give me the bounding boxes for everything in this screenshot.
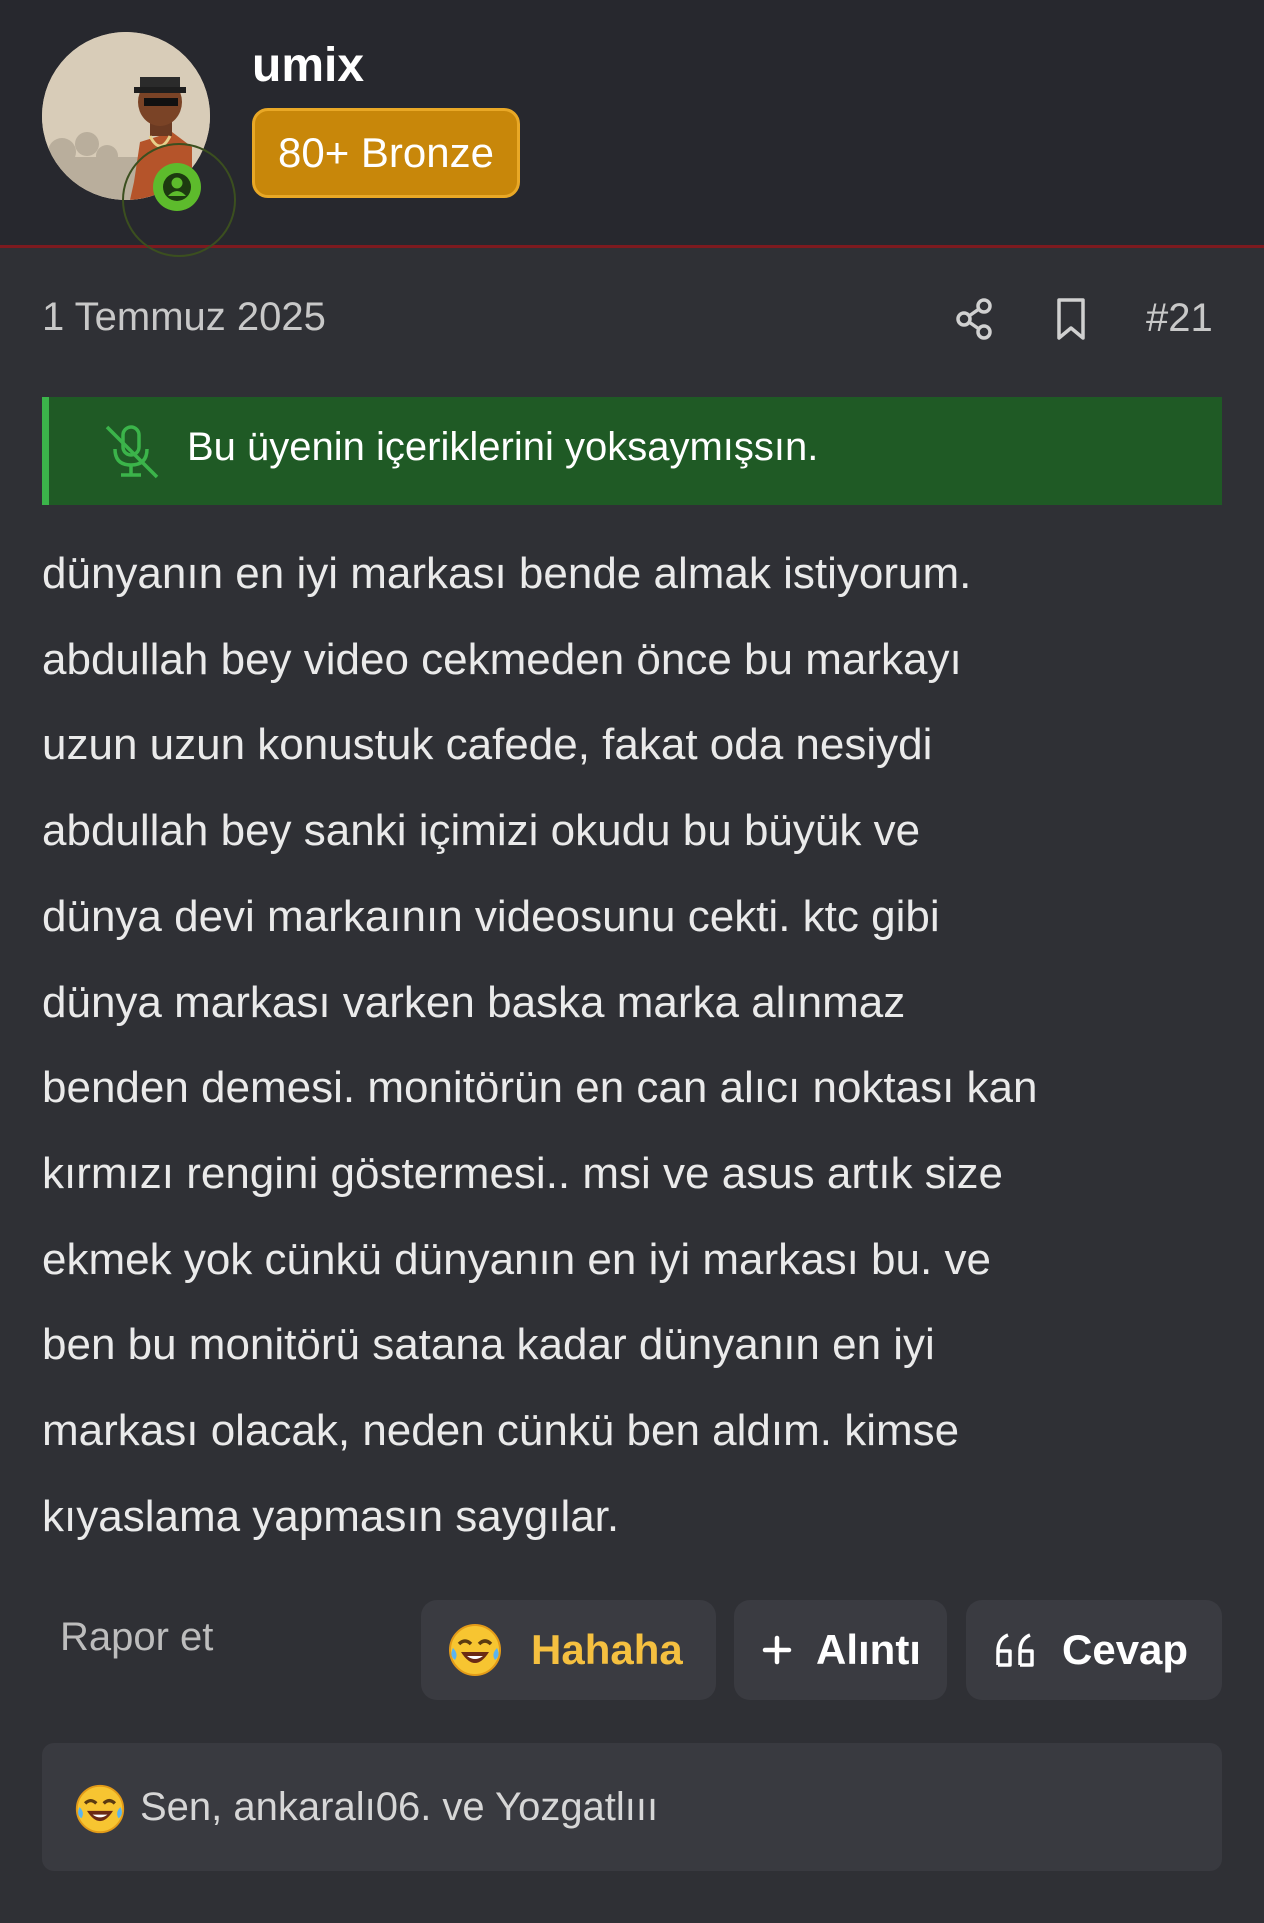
post-line: abdullah bey video cekmeden önce bu mark… bbox=[42, 634, 962, 684]
post-number[interactable]: #21 bbox=[1146, 296, 1213, 341]
post-line: kıyaslama yapmasın saygılar. bbox=[42, 1491, 620, 1541]
post-author-header: umix 80+ Bronze bbox=[0, 0, 1264, 257]
post-line: ben bu monitörü satana kadar dünyanın en… bbox=[42, 1320, 935, 1370]
haha-label: Hahaha bbox=[531, 1626, 683, 1673]
post-line: benden demesi. monitörün en can alıcı no… bbox=[42, 1063, 1038, 1113]
reactions-users-list[interactable]: Sen, ankaralı06. ve Yozgatlııı bbox=[140, 1785, 658, 1830]
post-line: abdullah bey sanki içimizi okudu bu büyü… bbox=[42, 806, 921, 856]
ignore-notice-text: Bu üyenin içeriklerini yoksaymışsın. bbox=[187, 425, 819, 469]
report-link[interactable]: Rapor et bbox=[60, 1615, 213, 1660]
ignore-notice: Bu üyenin içeriklerini yoksaymışsın. bbox=[42, 397, 1222, 505]
user-online-icon bbox=[153, 163, 201, 211]
user-rank-badge: 80+ Bronze bbox=[252, 108, 520, 198]
reply-button[interactable]: Cevap bbox=[966, 1600, 1222, 1700]
post-line: dünya markası varken baska marka alınmaz bbox=[42, 977, 906, 1027]
post-date[interactable]: 1 Temmuz 2025 bbox=[42, 295, 326, 340]
plus-icon bbox=[762, 1635, 792, 1665]
post-line: ekmek yok cünkü dünyanın en iyi markası … bbox=[42, 1234, 991, 1284]
quote-label: Alıntı bbox=[816, 1626, 921, 1673]
laughing-emoji-icon bbox=[449, 1624, 501, 1676]
bookmark-icon[interactable] bbox=[1046, 294, 1096, 344]
post-line: kırmızı rengini göstermesi.. msi ve asus… bbox=[42, 1148, 1003, 1198]
reactions-summary[interactable]: Sen, ankaralı06. ve Yozgatlııı bbox=[42, 1743, 1222, 1871]
reply-label: Cevap bbox=[1062, 1626, 1189, 1673]
laughing-emoji-icon bbox=[74, 1783, 126, 1840]
mic-muted-icon bbox=[99, 421, 163, 481]
haha-reaction-button[interactable]: Hahaha bbox=[421, 1600, 716, 1700]
post-line: uzun uzun konustuk cafede, fakat oda nes… bbox=[42, 720, 933, 770]
post-line: dünyanın en iyi markası bende almak isti… bbox=[42, 549, 972, 598]
post-line: markası olacak, neden cünkü ben aldım. k… bbox=[42, 1406, 960, 1456]
username[interactable]: umix bbox=[252, 38, 364, 93]
quote-button[interactable]: Alıntı bbox=[734, 1600, 947, 1700]
share-icon[interactable] bbox=[950, 294, 1000, 344]
post-line: dünya devi markaının videosunu cekti. kt… bbox=[42, 891, 940, 941]
post-body: dünyanın en iyi markası bende almak isti… bbox=[42, 531, 1232, 1559]
quote-marks-icon bbox=[996, 1633, 1034, 1667]
